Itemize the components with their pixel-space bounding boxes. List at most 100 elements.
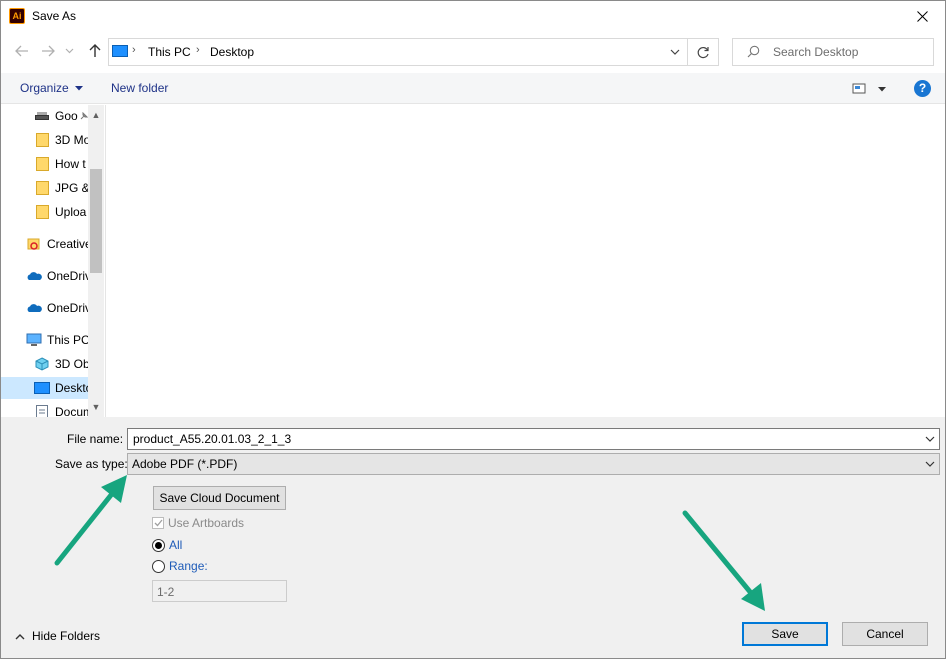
documents-icon xyxy=(34,405,50,417)
cloud-folder-icon xyxy=(34,133,50,147)
nav-item-label: OneDriv xyxy=(47,301,92,315)
save-options-panel: File name: product_A55.20.01.03_2_1_3 Sa… xyxy=(1,417,945,658)
file-list[interactable] xyxy=(105,105,945,417)
cancel-button[interactable]: Cancel xyxy=(842,622,928,646)
save-type-label: Save as type: xyxy=(55,457,128,471)
breadcrumb-separator: › xyxy=(132,44,136,56)
address-bar[interactable]: › This PC › Desktop xyxy=(108,38,719,66)
title-bar: Ai Save As xyxy=(1,1,945,32)
drive-icon xyxy=(34,109,50,123)
close-button[interactable] xyxy=(899,1,945,32)
arrow-up-icon xyxy=(89,44,101,57)
nav-item-onedrive-2[interactable]: OneDriv xyxy=(26,297,91,319)
nav-item-onedrive-1[interactable]: OneDriv xyxy=(26,265,91,287)
change-view-button[interactable] xyxy=(852,81,890,97)
chevron-down-icon xyxy=(65,48,73,54)
monitor-icon xyxy=(112,45,128,57)
all-radio[interactable]: All xyxy=(152,538,182,552)
onedrive-icon xyxy=(26,301,42,315)
checkmark-icon xyxy=(154,519,163,527)
nav-item-label: How t xyxy=(55,157,86,171)
use-artboards-label: Use Artboards xyxy=(168,516,245,530)
onedrive-icon xyxy=(26,269,42,283)
file-name-input[interactable]: product_A55.20.01.03_2_1_3 xyxy=(127,428,940,450)
search-box[interactable]: Search Desktop xyxy=(732,38,934,66)
nav-item-goo[interactable]: Goo xyxy=(34,105,88,127)
pc-icon xyxy=(26,333,42,347)
refresh-button[interactable] xyxy=(694,43,712,61)
breadcrumb-separator: › xyxy=(196,44,200,56)
save-type-select[interactable]: Adobe PDF (*.PDF) xyxy=(127,453,940,475)
address-history-dropdown[interactable] xyxy=(666,43,684,61)
save-button[interactable]: Save xyxy=(742,622,828,646)
help-button[interactable]: ? xyxy=(914,80,931,97)
nav-item-how-t[interactable]: How t xyxy=(34,153,86,175)
nav-item-3d-mo[interactable]: 3D Mo xyxy=(34,129,90,151)
hide-folders-toggle[interactable]: Hide Folders xyxy=(15,629,100,643)
nav-item-label: 3D Mo xyxy=(55,133,91,147)
nav-item-label: Creative xyxy=(47,237,92,251)
nav-item-label: Uploa xyxy=(55,205,87,219)
arrow-left-icon xyxy=(15,45,28,57)
nav-item-jpg[interactable]: JPG & xyxy=(34,177,90,199)
back-button[interactable] xyxy=(12,41,32,61)
nav-item-label: JPG & xyxy=(55,181,90,195)
file-name-dropdown[interactable] xyxy=(922,431,938,447)
up-button[interactable] xyxy=(85,41,105,61)
view-options-icon xyxy=(852,83,886,94)
radio-circle xyxy=(152,559,165,573)
nav-item-uploa[interactable]: Uploa xyxy=(34,201,86,223)
creative-cloud-icon xyxy=(26,237,42,251)
save-as-dialog: Ai Save As › This PC › Desktop Search De… xyxy=(0,0,946,659)
scroll-up-button[interactable]: ▲ xyxy=(88,107,104,123)
save-cloud-document-button[interactable]: Save Cloud Document xyxy=(153,486,286,510)
search-input[interactable]: Search Desktop xyxy=(773,45,858,59)
cloud-folder-icon xyxy=(34,181,50,195)
pin-icon xyxy=(80,111,88,119)
refresh-icon xyxy=(697,46,709,58)
nav-item-label: Goo xyxy=(55,109,78,123)
nav-item-3d-objects[interactable]: 3D Obj xyxy=(34,353,92,375)
forward-button[interactable] xyxy=(38,41,58,61)
desktop-icon xyxy=(34,381,50,395)
nav-item-documents[interactable]: Docum xyxy=(34,401,93,417)
nav-item-label: This PC xyxy=(47,333,90,347)
cloud-folder-icon xyxy=(34,205,50,219)
use-artboards-checkbox[interactable]: Use Artboards xyxy=(152,516,244,530)
save-type-dropdown[interactable] xyxy=(922,456,938,472)
nav-item-label: OneDriv xyxy=(47,269,92,283)
illustrator-app-icon: Ai xyxy=(9,8,25,24)
nav-item-desktop[interactable]: Deskto xyxy=(1,377,92,399)
close-icon xyxy=(916,11,928,22)
address-divider xyxy=(687,39,688,65)
navigation-pane: Goo 3D Mo How t JPG & Uploa Creative One… xyxy=(1,105,104,417)
3d-objects-icon xyxy=(34,357,50,371)
hide-folders-label: Hide Folders xyxy=(32,629,101,643)
folder-icon xyxy=(34,157,50,171)
breadcrumb-this-pc[interactable]: This PC xyxy=(148,45,191,59)
chevron-down-icon xyxy=(925,436,935,442)
recent-locations-button[interactable] xyxy=(62,41,76,61)
nav-item-label: 3D Obj xyxy=(55,357,93,371)
chevron-down-icon xyxy=(925,461,935,467)
range-label: Range: xyxy=(169,559,208,573)
organize-menu[interactable]: Organize xyxy=(20,81,84,95)
chevron-down-icon xyxy=(670,49,680,55)
all-label: All xyxy=(169,538,183,552)
window-title: Save As xyxy=(32,9,77,23)
radio-circle xyxy=(152,538,165,552)
nav-item-label: Deskto xyxy=(55,381,93,395)
range-radio[interactable]: Range: xyxy=(152,559,208,573)
nav-item-this-pc[interactable]: This PC xyxy=(26,329,90,351)
organize-label: Organize xyxy=(20,81,69,95)
new-folder-button[interactable]: New folder xyxy=(111,81,168,95)
scroll-down-button[interactable]: ▼ xyxy=(88,399,104,415)
caret-down-icon xyxy=(75,86,84,91)
nav-scrollbar-thumb[interactable] xyxy=(90,169,102,273)
breadcrumb-desktop[interactable]: Desktop xyxy=(210,45,254,59)
nav-item-creative-cloud[interactable]: Creative xyxy=(26,233,92,255)
arrow-right-icon xyxy=(42,45,55,57)
search-icon xyxy=(747,45,760,58)
range-input[interactable]: 1-2 xyxy=(152,580,287,602)
file-name-label: File name: xyxy=(67,432,124,446)
